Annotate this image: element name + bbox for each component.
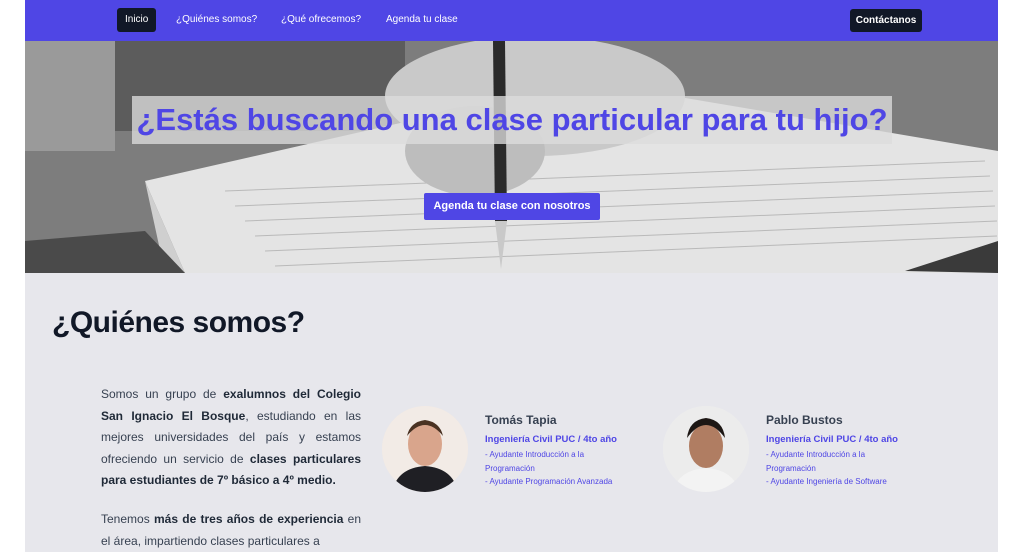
about-paragraph-1: Somos un grupo de exalumnos del Colegio … [101,384,361,492]
avatar [382,406,468,492]
member-role: - Ayudante Programación Avanzada [485,477,613,486]
hero-background-image [25,41,998,273]
member-photo-pablo [663,406,749,492]
member-degree: Ingeniería Civil PUC / 4to año [485,434,617,445]
about-paragraph-2: Tenemos más de tres años de experiencia … [101,509,361,552]
member-role: - Ayudante Introducción a la Programació… [766,450,866,473]
navbar: Inicio ¿Quiénes somos? ¿Qué ofrecemos? A… [25,0,998,41]
page: Inicio ¿Quiénes somos? ¿Qué ofrecemos? A… [25,0,998,552]
member-name: Tomás Tapia [485,413,557,427]
member-name: Pablo Bustos [766,413,843,427]
member-role: - Ayudante Introducción a la Programació… [485,450,585,473]
schedule-class-button[interactable]: Agenda tu clase con nosotros [424,193,600,220]
member-degree: Ingeniería Civil PUC / 4to año [766,434,898,445]
member-role: - Ayudante Ingeniería de Software [766,477,887,486]
hero-banner: ¿Estás buscando una clase particular par… [25,41,998,273]
nav-link-inicio[interactable]: Inicio [117,8,157,32]
hero-title: ¿Estás buscando una clase particular par… [136,102,888,137]
about-text-bold: más de tres años de experiencia [153,512,344,526]
contact-button[interactable]: Contáctanos [850,9,922,32]
member-photo-tomas [382,406,468,492]
nav-link-agenda[interactable]: Agenda tu clase [378,8,466,32]
about-heading: ¿Quiénes somos? [52,306,305,339]
nav-link-quienes-somos[interactable]: ¿Quiénes somos? [168,8,265,32]
about-text: Tenemos [101,512,154,526]
nav-link-que-ofrecemos[interactable]: ¿Qué ofrecemos? [273,8,369,32]
avatar [663,406,749,492]
about-text: Somos un grupo de [101,387,224,401]
